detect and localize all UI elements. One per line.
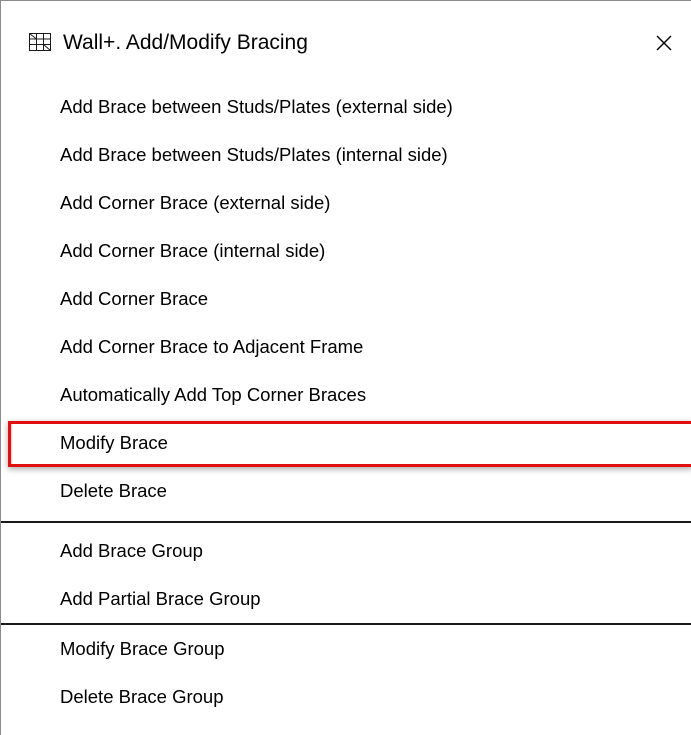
close-button[interactable]: [646, 26, 682, 60]
menu-item-label: Add Corner Brace to Adjacent Frame: [60, 336, 364, 357]
close-icon: [656, 35, 672, 51]
menu-item-add-corner-brace-adjacent[interactable]: Add Corner Brace to Adjacent Frame: [1, 325, 691, 371]
menu-item-add-brace-group[interactable]: Add Brace Group: [1, 529, 691, 575]
menu-item-add-partial-brace-group[interactable]: Add Partial Brace Group: [1, 577, 691, 623]
menu-item-modify-brace-group[interactable]: Modify Brace Group: [1, 627, 691, 673]
menu-item-delete-brace-group[interactable]: Delete Brace Group: [1, 675, 691, 721]
menu-item-label: Add Corner Brace (internal side): [60, 240, 326, 261]
menu-item-add-brace-studs-internal[interactable]: Add Brace between Studs/Plates (internal…: [1, 133, 691, 179]
menu-item-label: Add Brace between Studs/Plates (external…: [60, 96, 453, 117]
menu-item-label: Delete Brace: [60, 480, 167, 501]
dialog-title: Wall+. Add/Modify Bracing: [63, 31, 308, 54]
menu-item-label: Modify Brace Group: [60, 638, 225, 659]
menu-separator: [1, 623, 691, 625]
menu-item-modify-brace[interactable]: Modify Brace: [1, 421, 691, 467]
menu-item-label: Add Corner Brace (external side): [60, 192, 331, 213]
menu-item-label: Automatically Add Top Corner Braces: [60, 384, 367, 405]
menu-item-label: Add Brace between Studs/Plates (internal…: [60, 144, 448, 165]
menu-separator: [1, 521, 691, 523]
menu-item-label: Modify Brace: [60, 432, 168, 453]
menu-item-add-brace-studs-external[interactable]: Add Brace between Studs/Plates (external…: [1, 85, 691, 131]
menu-item-add-corner-brace-external[interactable]: Add Corner Brace (external side): [1, 181, 691, 227]
menu-item-auto-add-top-corner-braces[interactable]: Automatically Add Top Corner Braces: [1, 373, 691, 419]
title-bar: Wall+. Add/Modify Bracing: [1, 1, 691, 85]
menu-item-label: Add Partial Brace Group: [60, 588, 261, 609]
menu-item-delete-brace[interactable]: Delete Brace: [1, 469, 691, 515]
grid-frame-icon: [29, 33, 51, 51]
menu-item-label: Add Corner Brace: [60, 288, 209, 309]
menu-item-add-corner-brace[interactable]: Add Corner Brace: [1, 277, 691, 323]
menu-item-label: Add Brace Group: [60, 540, 203, 561]
menu-item-add-corner-brace-internal[interactable]: Add Corner Brace (internal side): [1, 229, 691, 275]
menu-item-label: Delete Brace Group: [60, 686, 224, 707]
bracing-dialog: Wall+. Add/Modify Bracing Add Brace betw…: [0, 0, 691, 735]
